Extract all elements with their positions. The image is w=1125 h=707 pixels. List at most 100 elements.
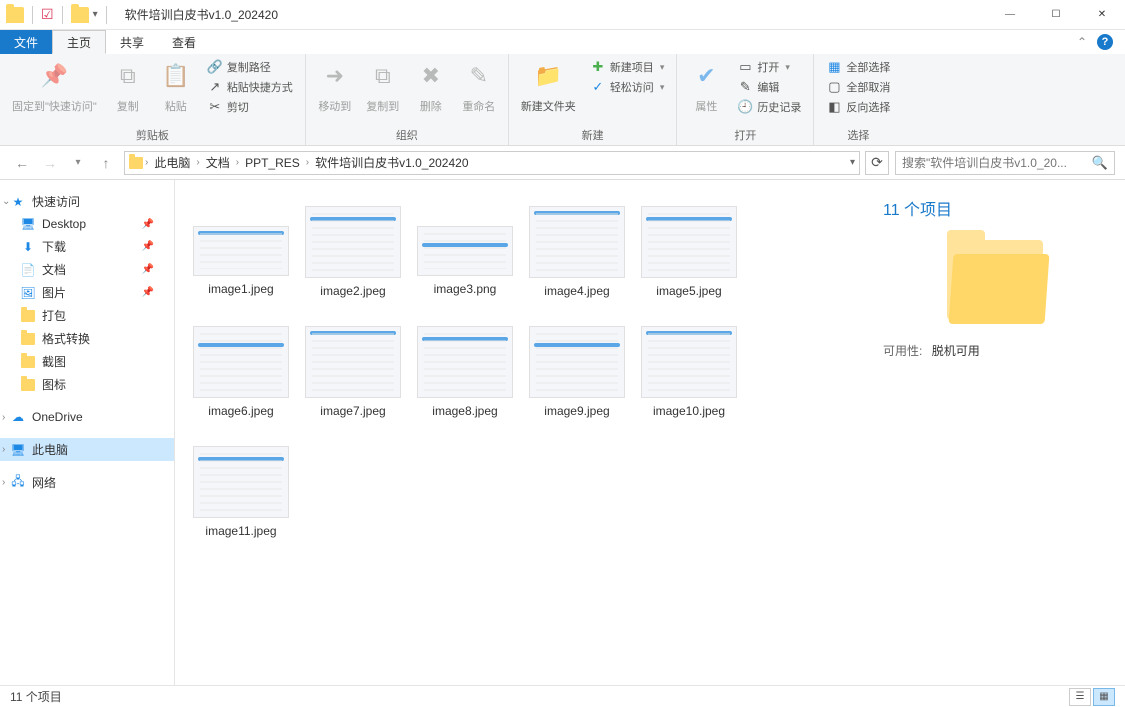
chevron-icon[interactable]: › (196, 157, 199, 168)
breadcrumb[interactable]: › 此电脑 › 文档 › PPT_RES › 软件培训白皮书v1.0_20242… (124, 151, 860, 175)
delete-button[interactable]: ✖删除 (410, 58, 452, 124)
file-item[interactable]: image9.jpeg (521, 320, 633, 440)
tab-share[interactable]: 共享 (106, 30, 158, 54)
new-folder-button[interactable]: 📁新建文件夹 (517, 58, 580, 124)
caret-icon[interactable]: › (2, 477, 5, 488)
folder-icon (20, 354, 36, 370)
new-item-button[interactable]: ✚新建项目▾ (586, 58, 669, 76)
search-input[interactable] (902, 156, 1086, 170)
sidebar-item-打包[interactable]: 打包 (0, 304, 174, 327)
ribbon-group-organize: ➜移动到 ⧉复制到 ✖删除 ✎重命名 组织 (306, 54, 509, 145)
pin-to-quick-access-button[interactable]: 📌 固定到"快速访问" (8, 58, 101, 124)
qat-dropdown-icon[interactable]: ▾ (93, 9, 98, 20)
chevron-icon[interactable]: › (145, 157, 148, 168)
caret-icon[interactable]: › (2, 412, 5, 423)
tab-home[interactable]: 主页 (52, 30, 106, 54)
file-item[interactable]: image11.jpeg (185, 440, 297, 560)
select-none-icon: ▢ (826, 79, 842, 95)
select-all-button[interactable]: ▦全部选择 (822, 58, 894, 76)
properties-button[interactable]: ✔属性 (685, 58, 727, 124)
caret-icon[interactable]: ⌄ (2, 196, 10, 207)
back-button[interactable]: ← (10, 151, 34, 175)
easy-access-button[interactable]: ✓轻松访问▾ (586, 78, 669, 96)
new-item-icon: ✚ (590, 59, 606, 75)
file-name: image2.jpeg (320, 284, 385, 298)
file-item[interactable]: image10.jpeg (633, 320, 745, 440)
chevron-icon[interactable]: › (236, 157, 239, 168)
refresh-button[interactable]: ⟳ (865, 151, 889, 175)
copy-to-button[interactable]: ⧉复制到 (362, 58, 404, 124)
forward-button[interactable]: → (38, 151, 62, 175)
item-count: 11 个项目 (883, 196, 1107, 220)
open-button[interactable]: ▭打开▾ (733, 58, 805, 76)
close-button[interactable]: ✕ (1079, 0, 1125, 30)
minimize-button[interactable]: — (987, 0, 1033, 30)
copy-button[interactable]: ⧉ 复制 (107, 58, 149, 124)
sidebar-this-pc[interactable]: › 🖥 此电脑 (0, 438, 174, 461)
file-item[interactable]: image2.jpeg (297, 200, 409, 320)
help-icon[interactable]: ? (1097, 34, 1113, 50)
sidebar-item-图标[interactable]: 图标 (0, 373, 174, 396)
sidebar-quick-access[interactable]: ⌄ ★ 快速访问 (0, 190, 174, 213)
thumbnail (529, 206, 625, 278)
folder-icon: 📄 (20, 262, 36, 278)
file-item[interactable]: image5.jpeg (633, 200, 745, 320)
file-name: image6.jpeg (208, 404, 273, 418)
collapse-ribbon-icon[interactable]: ⌃ (1077, 35, 1087, 49)
view-details-button[interactable]: ☰ (1069, 688, 1091, 706)
view-icons-button[interactable]: ▦ (1093, 688, 1115, 706)
invert-selection-button[interactable]: ◧反向选择 (822, 98, 894, 116)
file-item[interactable]: image7.jpeg (297, 320, 409, 440)
sidebar-item-截图[interactable]: 截图 (0, 350, 174, 373)
maximize-button[interactable]: ☐ (1033, 0, 1079, 30)
paste-shortcut-button[interactable]: ↗粘贴快捷方式 (203, 78, 297, 96)
move-to-button[interactable]: ➜移动到 (314, 58, 356, 124)
crumb-ppt-res[interactable]: PPT_RES (241, 156, 304, 170)
crumb-current[interactable]: 软件培训白皮书v1.0_202420 (311, 154, 472, 171)
sidebar-item-desktop[interactable]: 🖥Desktop📌 (0, 213, 174, 235)
search-icon[interactable]: 🔍 (1092, 155, 1108, 171)
sidebar-onedrive[interactable]: › ☁ OneDrive (0, 406, 174, 428)
history-button[interactable]: 🕘历史记录 (733, 98, 805, 116)
file-item[interactable]: image3.png (409, 200, 521, 320)
sidebar-item-下载[interactable]: ⬇下载📌 (0, 235, 174, 258)
copy-path-icon: 🔗 (207, 59, 223, 75)
search-box[interactable]: 🔍 (895, 151, 1115, 175)
sidebar-item-图片[interactable]: 🖼图片📌 (0, 281, 174, 304)
tab-view[interactable]: 查看 (158, 30, 210, 54)
folder-icon: 🖼 (20, 285, 36, 301)
crumb-documents[interactable]: 文档 (202, 154, 234, 171)
sidebar-item-label: 格式转换 (42, 330, 90, 347)
rename-button[interactable]: ✎重命名 (458, 58, 500, 124)
sidebar: ⌄ ★ 快速访问 🖥Desktop📌⬇下载📌📄文档📌🖼图片📌 打包格式转换截图图标… (0, 180, 175, 685)
sidebar-item-格式转换[interactable]: 格式转换 (0, 327, 174, 350)
tab-file[interactable]: 文件 (0, 30, 52, 54)
pin-icon: 📌 (142, 264, 164, 275)
recent-locations-button[interactable]: ▾ (66, 151, 90, 175)
file-item[interactable]: image1.jpeg (185, 200, 297, 320)
address-bar-row: ← → ▾ ↑ › 此电脑 › 文档 › PPT_RES › 软件培训白皮书v1… (0, 146, 1125, 180)
address-dropdown-icon[interactable]: ▾ (850, 157, 855, 168)
copy-path-button[interactable]: 🔗复制路径 (203, 58, 297, 76)
paste-button[interactable]: 📋 粘贴 (155, 58, 197, 124)
qat-folder-icon[interactable] (71, 7, 89, 23)
sidebar-item-文档[interactable]: 📄文档📌 (0, 258, 174, 281)
sidebar-item-label: 图标 (42, 376, 66, 393)
file-item[interactable]: image8.jpeg (409, 320, 521, 440)
sidebar-item-label: 打包 (42, 307, 66, 324)
qat-check-icon[interactable]: ☑ (41, 6, 54, 23)
up-button[interactable]: ↑ (94, 151, 118, 175)
file-item[interactable]: image6.jpeg (185, 320, 297, 440)
thumbnail (193, 226, 289, 276)
availability-row: 可用性: 脱机可用 (883, 342, 1107, 359)
edit-button[interactable]: ✎编辑 (733, 78, 805, 96)
file-item[interactable]: image4.jpeg (521, 200, 633, 320)
select-none-button[interactable]: ▢全部取消 (822, 78, 894, 96)
crumb-this-pc[interactable]: 此电脑 (150, 154, 194, 171)
sidebar-item-label: Desktop (42, 217, 86, 231)
cut-button[interactable]: ✂剪切 (203, 98, 297, 116)
chevron-icon[interactable]: › (306, 157, 309, 168)
file-name: image1.jpeg (208, 282, 273, 296)
caret-icon[interactable]: › (2, 444, 5, 455)
sidebar-network[interactable]: › 🖧 网络 (0, 471, 174, 494)
